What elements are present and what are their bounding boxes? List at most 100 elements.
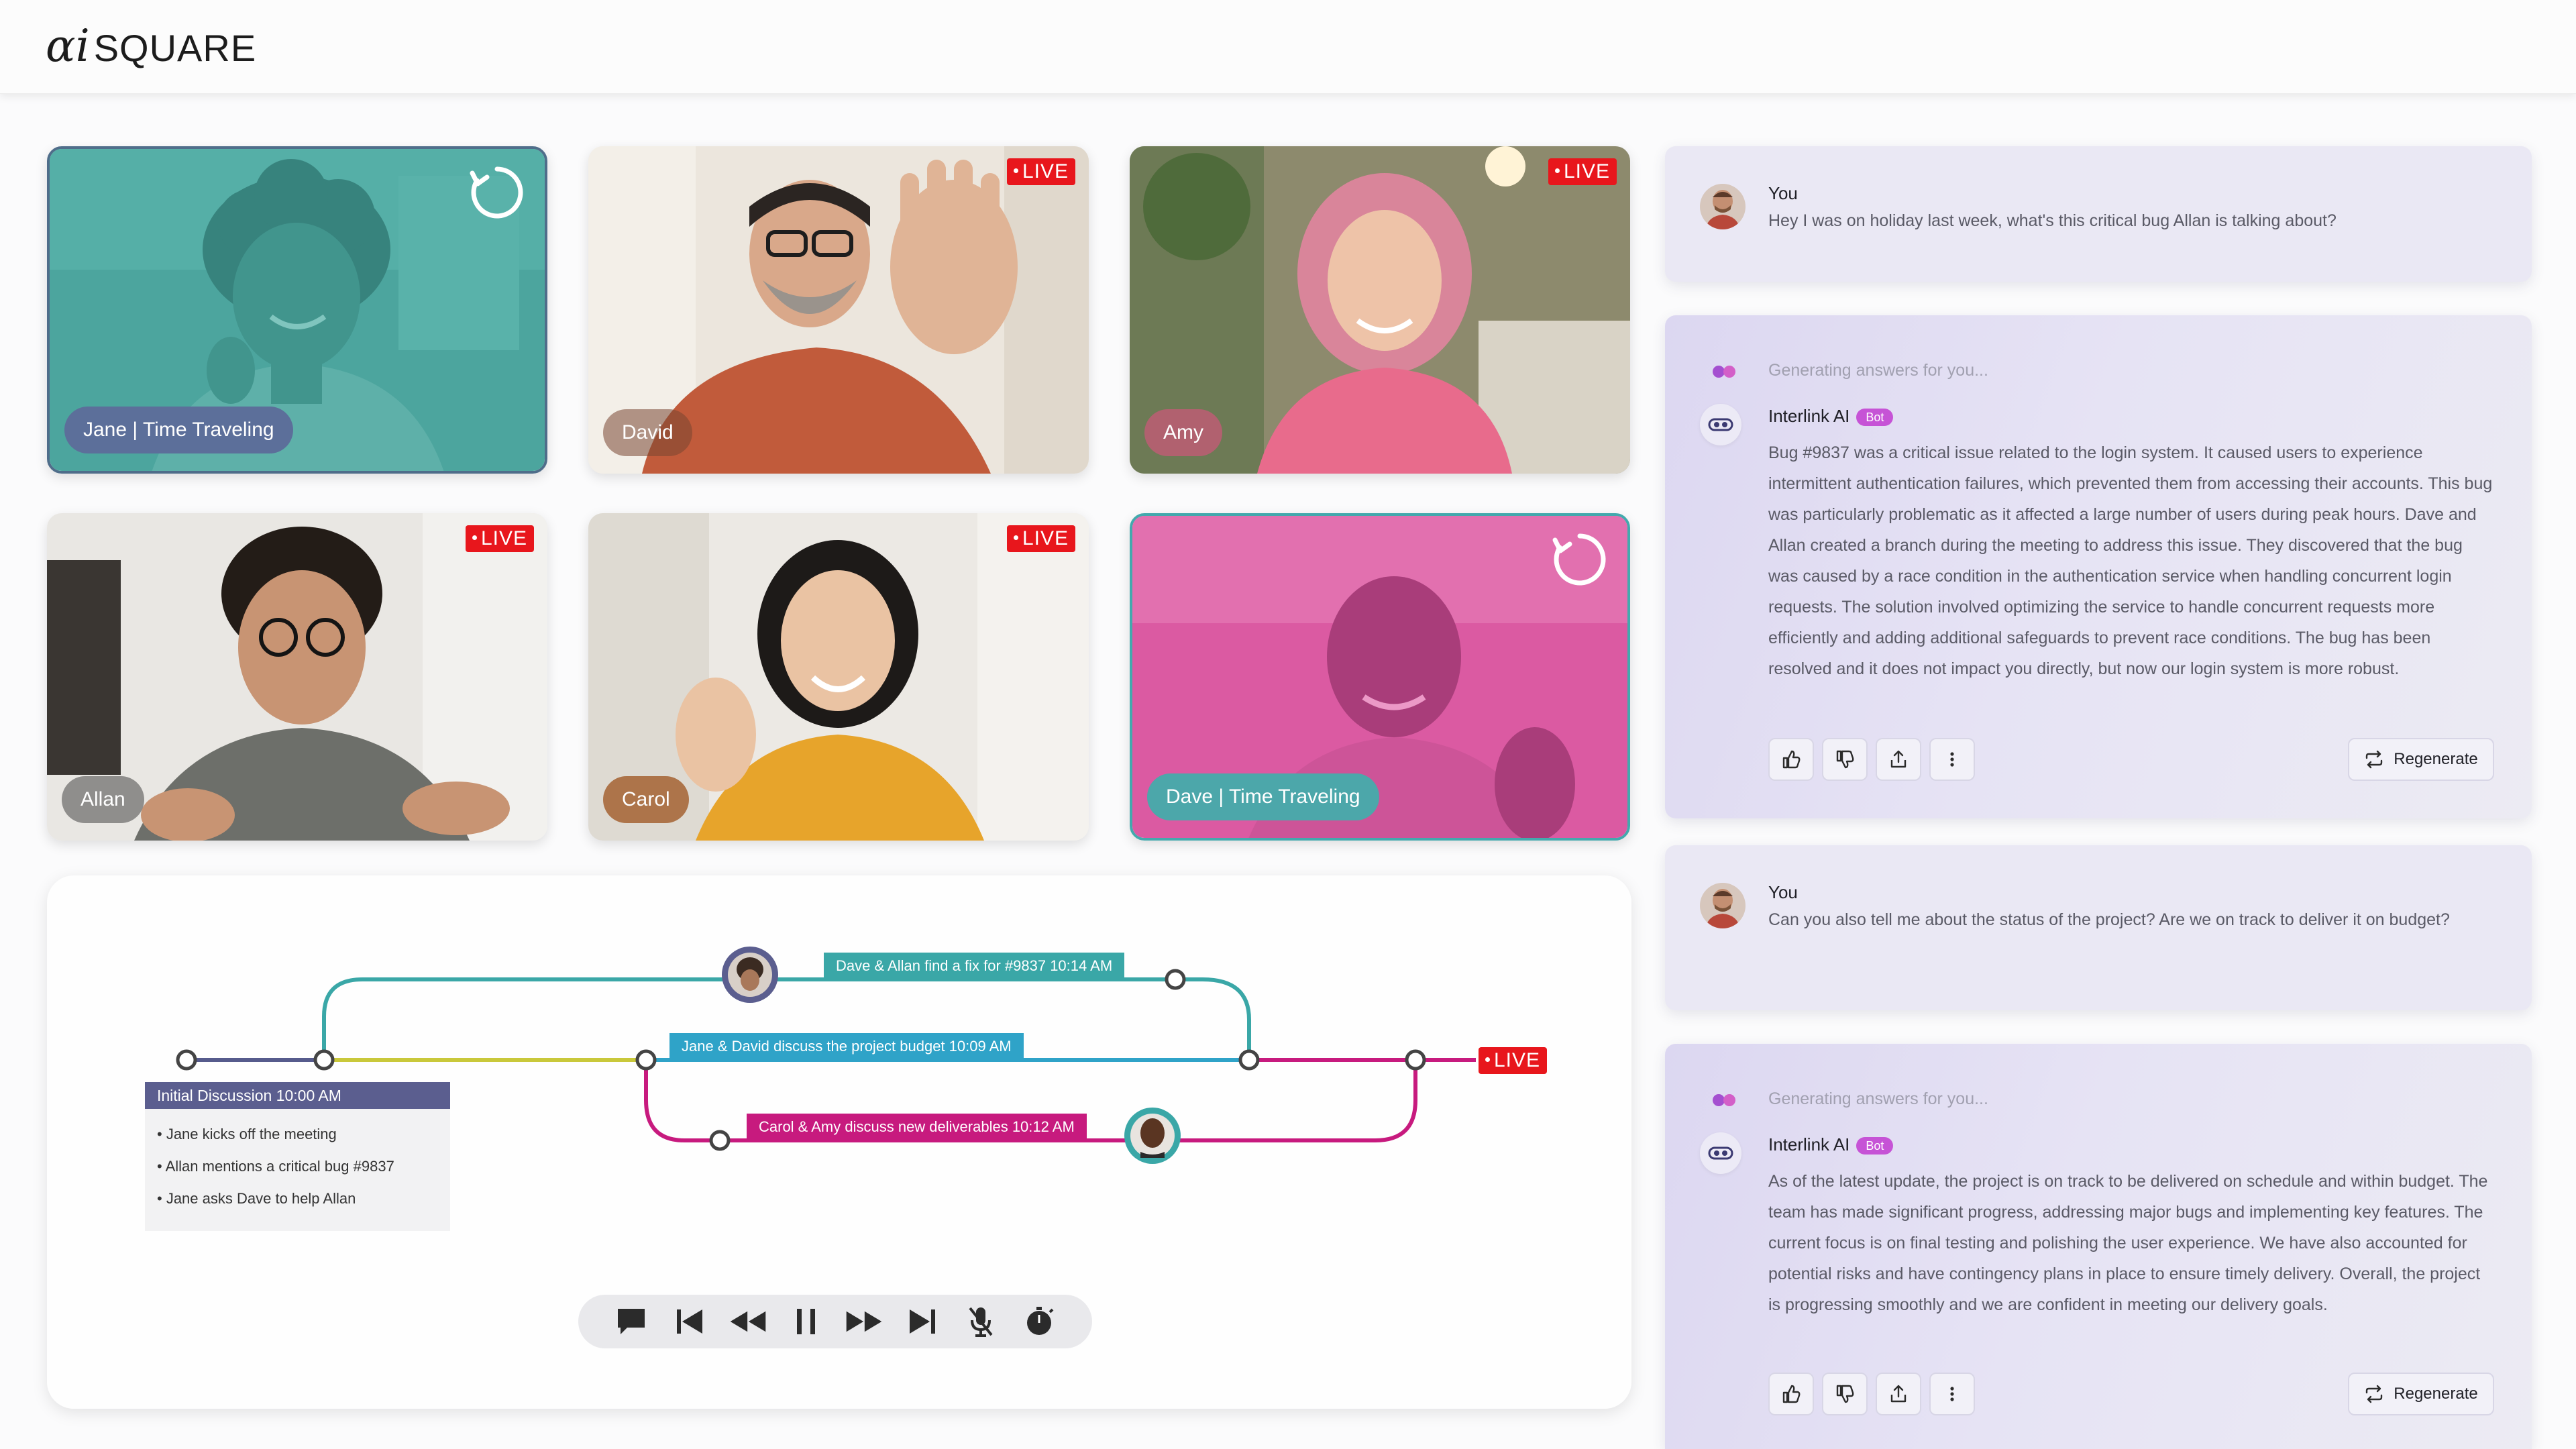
video-tile-amy[interactable]: LIVE Amy (1130, 146, 1630, 474)
timeline-live-badge: LIVE (1479, 1047, 1548, 1074)
chat-message-ai: Generating answers for you... Interlink … (1665, 315, 2532, 818)
avatar (1700, 184, 1746, 229)
initial-discussion-list: • Jane kicks off the meeting • Allan men… (145, 1109, 450, 1215)
message-text: Bug #9837 was a critical issue related t… (1768, 443, 2493, 678)
pause-button[interactable] (788, 1303, 825, 1340)
chat-message-user: You Can you also tell me about the statu… (1665, 845, 2532, 1010)
interlink-ai-icon (1708, 1146, 1733, 1160)
thumbs-down-button[interactable] (1822, 1373, 1868, 1415)
bot-badge: Bot (1856, 1137, 1894, 1155)
regenerate-button[interactable]: Regenerate (2348, 738, 2494, 781)
live-badge: LIVE (1548, 158, 1617, 185)
share-icon (1890, 750, 1907, 768)
thumbs-up-button[interactable] (1768, 1373, 1814, 1415)
logo-square-text: SQUARE (93, 27, 257, 69)
skip-forward-icon (910, 1309, 936, 1334)
interlink-ai-icon (1708, 418, 1733, 431)
thumbs-down-icon (1836, 1385, 1854, 1403)
message-text: As of the latest update, the project is … (1768, 1172, 2488, 1314)
thumbs-down-icon (1836, 750, 1854, 769)
skip-back-button[interactable] (671, 1303, 708, 1340)
video-tile-allan[interactable]: LIVE Allan (47, 513, 547, 841)
more-options-button[interactable] (1929, 1373, 1975, 1415)
thumbs-up-button[interactable] (1768, 738, 1814, 781)
meeting-timeline-panel: Dave & Allan find a fix for #9837 10:14 … (47, 875, 1631, 1409)
mic-off-icon (969, 1307, 993, 1337)
timeline-event-budget[interactable]: Jane & David discuss the project budget … (669, 1033, 1024, 1060)
mute-button[interactable] (962, 1303, 1000, 1340)
bot-badge: Bot (1856, 409, 1894, 427)
generating-dots-icon (1713, 366, 1735, 378)
message-author: You (1768, 183, 1798, 203)
skip-forward-button[interactable] (904, 1303, 941, 1340)
video-tile-david[interactable]: LIVE David (588, 146, 1089, 474)
rewind-icon (730, 1311, 765, 1332)
app-logo[interactable]: αi SQUARE (46, 20, 256, 74)
more-vertical-icon (1950, 752, 1954, 767)
message-author: Interlink AI Bot (1768, 406, 1894, 427)
video-tile-dave[interactable]: Dave | Time Traveling (1130, 513, 1630, 841)
ai-avatar (1700, 404, 1741, 445)
message-actions (1768, 1373, 1975, 1415)
timeline-event-deliverables[interactable]: Carol & Amy discuss new deliverables 10:… (747, 1114, 1087, 1140)
rewind-button[interactable] (729, 1303, 767, 1340)
chat-message-user: You Hey I was on holiday last week, what… (1665, 146, 2532, 282)
list-item: • Jane kicks off the meeting (157, 1126, 337, 1142)
ai-name-text: Interlink AI (1768, 406, 1850, 426)
regenerate-button[interactable]: Regenerate (2348, 1373, 2494, 1415)
playback-controls (578, 1295, 1092, 1348)
regenerate-label: Regenerate (2394, 750, 2478, 768)
participant-name-tag: Jane | Time Traveling (64, 407, 293, 453)
participant-name-tag: Carol (603, 776, 689, 823)
message-author: You (1768, 882, 1798, 902)
logo-ai-text: αi (46, 20, 90, 72)
video-tile-jane[interactable]: Jane | Time Traveling (47, 146, 547, 474)
chat-icon (617, 1309, 645, 1334)
pause-icon (796, 1309, 815, 1334)
participant-name-tag: Dave | Time Traveling (1147, 773, 1379, 820)
generating-dots-icon (1713, 1094, 1735, 1106)
thumbs-down-button[interactable] (1822, 738, 1868, 781)
time-travel-refresh-icon[interactable] (1550, 529, 1610, 590)
generating-status: Generating answers for you... (1768, 361, 1988, 380)
chat-button[interactable] (612, 1303, 650, 1340)
participant-name-tag: David (603, 409, 692, 456)
share-button[interactable] (1876, 1373, 1921, 1415)
participant-name-tag: Allan (62, 776, 144, 823)
time-travel-refresh-icon[interactable] (467, 162, 527, 223)
list-item: • Allan mentions a critical bug #9837 (157, 1158, 394, 1175)
live-badge: LIVE (465, 525, 534, 552)
skip-back-icon (676, 1309, 702, 1334)
app-header: αi SQUARE (0, 0, 2576, 94)
ai-avatar (1700, 1132, 1741, 1174)
share-icon (1890, 1385, 1907, 1403)
timer-icon (1027, 1307, 1054, 1335)
timeline-event-fix[interactable]: Dave & Allan find a fix for #9837 10:14 … (824, 953, 1125, 979)
message-author: Interlink AI Bot (1768, 1134, 1894, 1155)
ai-name-text: Interlink AI (1768, 1134, 1850, 1155)
chat-message-ai: Generating answers for you... Interlink … (1665, 1044, 2532, 1449)
initial-discussion-title: Initial Discussion 10:00 AM (145, 1082, 450, 1109)
regenerate-icon (2366, 750, 2383, 769)
regenerate-label: Regenerate (2394, 1385, 2478, 1403)
list-item: • Jane asks Dave to help Allan (157, 1190, 356, 1207)
message-actions (1768, 738, 1975, 781)
share-button[interactable] (1876, 738, 1921, 781)
video-tile-carol[interactable]: LIVE Carol (588, 513, 1089, 841)
fast-forward-icon (847, 1311, 882, 1332)
regenerate-icon (2366, 1385, 2383, 1403)
more-vertical-icon (1950, 1387, 1954, 1401)
thumbs-up-icon (1782, 750, 1801, 769)
fast-forward-button[interactable] (845, 1303, 883, 1340)
avatar (1700, 883, 1746, 928)
timer-button[interactable] (1020, 1303, 1058, 1340)
message-text: Hey I was on holiday last week, what's t… (1768, 211, 2337, 230)
generating-status: Generating answers for you... (1768, 1089, 1988, 1108)
message-text: Can you also tell me about the status of… (1768, 910, 2450, 929)
live-badge: LIVE (1006, 158, 1075, 185)
live-badge: LIVE (1006, 525, 1075, 552)
participant-name-tag: Amy (1144, 409, 1222, 456)
more-options-button[interactable] (1929, 738, 1975, 781)
thumbs-up-icon (1782, 1385, 1801, 1403)
initial-discussion-note: Initial Discussion 10:00 AM • Jane kicks… (145, 1082, 450, 1231)
